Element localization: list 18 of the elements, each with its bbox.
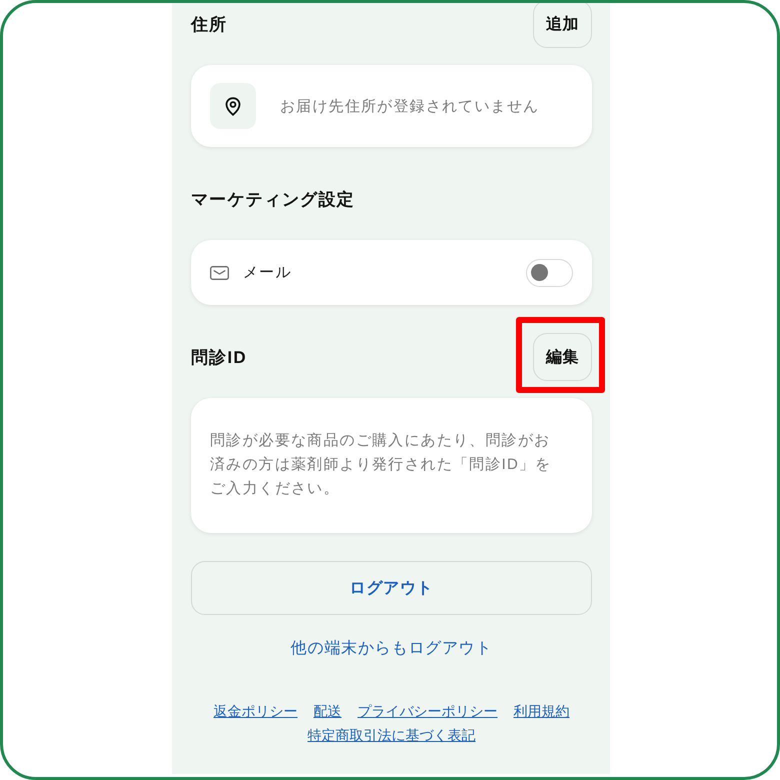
footer-link[interactable]: 返金ポリシー: [214, 699, 298, 723]
footer-link[interactable]: 特定商取引法に基づく表記: [308, 723, 476, 747]
footer-link[interactable]: 利用規約: [514, 699, 570, 723]
edit-button[interactable]: 編集: [533, 333, 592, 381]
logout-button[interactable]: ログアウト: [191, 561, 592, 615]
footer-link[interactable]: プライバシーポリシー: [358, 699, 498, 723]
add-button[interactable]: 追加: [533, 3, 592, 48]
section-title: 住所: [191, 14, 228, 36]
setting-label: メール: [243, 263, 293, 282]
section-title: マーケティング設定: [191, 188, 355, 210]
footer-link[interactable]: 配送: [314, 699, 342, 723]
notice-text: 問診が必要な商品のご購入にあたり、問診がお済みの方は薬剤師より発行された「問診ID」をご入力ください。: [210, 431, 552, 499]
toggle-switch[interactable]: [526, 258, 573, 286]
mail-icon: [210, 266, 229, 280]
logout-other-devices-link[interactable]: 他の端末からもログアウト: [290, 639, 492, 659]
section-title: 問診ID: [191, 346, 247, 368]
empty-address-message: お届け先住所が登録されていません: [280, 96, 540, 116]
location-pin-icon: [210, 83, 256, 129]
